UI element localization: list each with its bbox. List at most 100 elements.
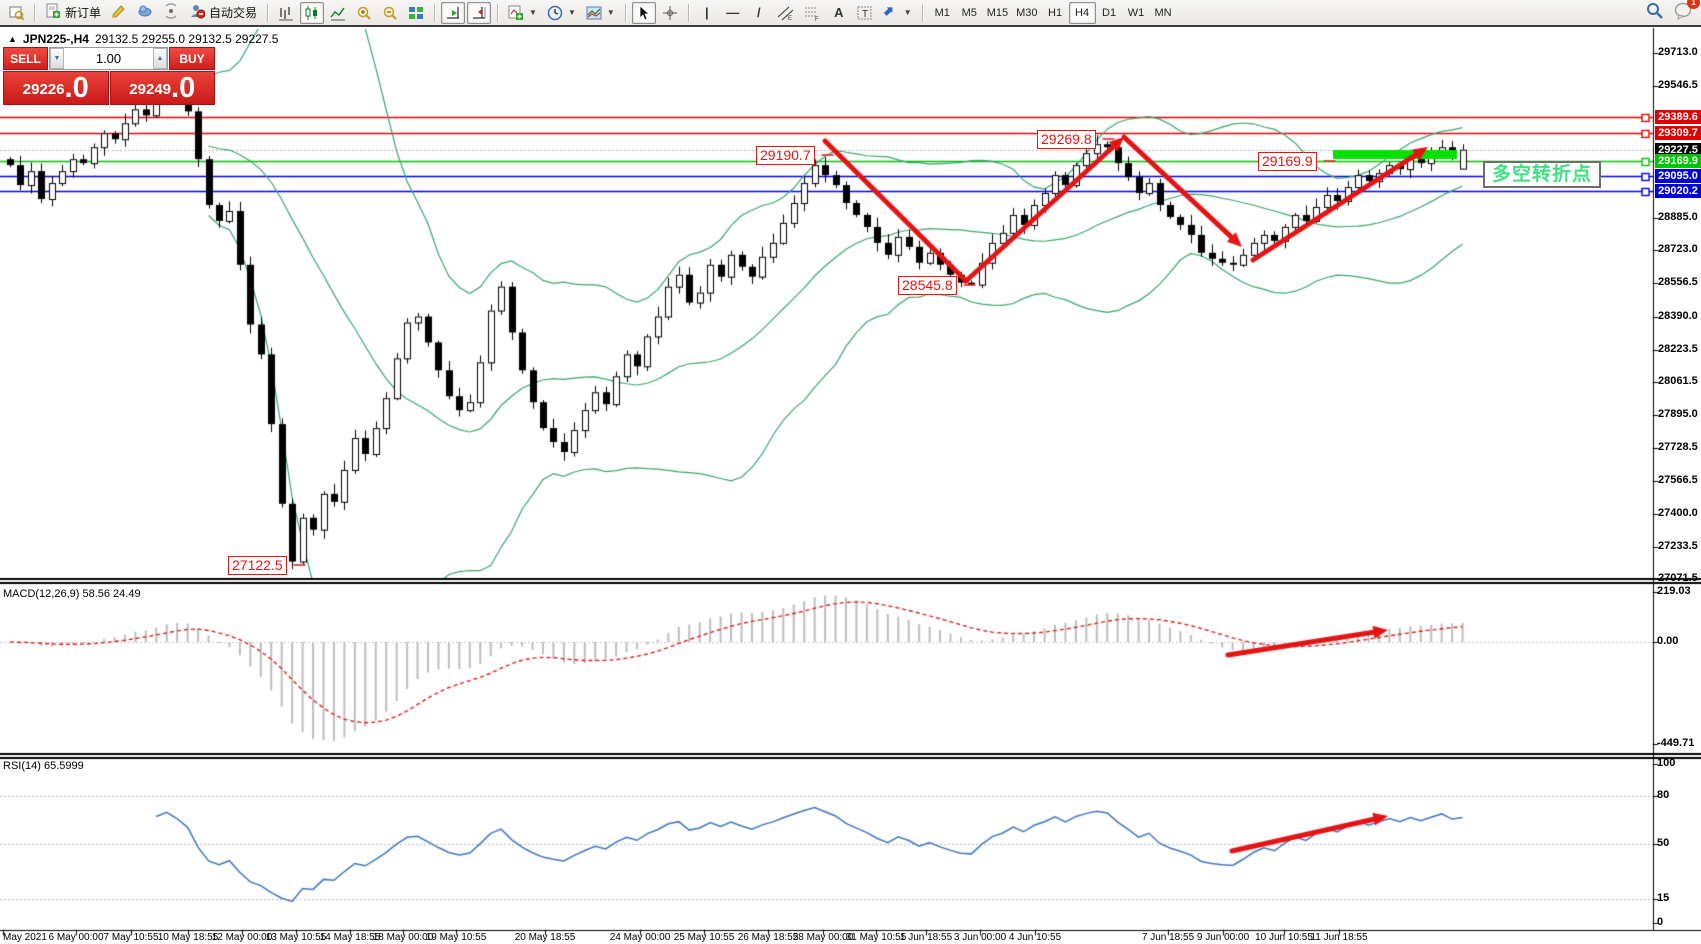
sell-price-main: 29226 (23, 77, 65, 103)
candlestick-icon (304, 5, 320, 21)
toolbar-separator (922, 4, 923, 22)
indicators-button[interactable]: ▼ (504, 2, 541, 24)
price-axis-tick: 28723.0 (1658, 243, 1701, 255)
rsi-axis-tick: 100 (1657, 757, 1675, 769)
volume-decrease-button[interactable]: ▼ (50, 48, 64, 69)
time-axis-label: 7 Jun 18:55 (1142, 932, 1194, 943)
cursor-button[interactable] (632, 2, 656, 24)
arrows-icon (883, 5, 899, 21)
price-axis-tick: 27071.5 (1658, 572, 1701, 584)
text-button[interactable]: A (827, 2, 851, 24)
price-axis-tick: 27233.5 (1658, 540, 1701, 552)
price-annotation[interactable]: 29169.9 (1258, 152, 1317, 171)
time-axis-label: 7 May 10:55 (103, 932, 158, 943)
crayon-icon (111, 3, 127, 22)
price-level-badge[interactable]: 29095.0 (1655, 169, 1701, 183)
sell-price-display[interactable]: 29226.0 (3, 71, 109, 105)
periods-button[interactable]: ▼ (543, 2, 580, 24)
buy-price-pips: .0 (171, 73, 195, 103)
price-annotation[interactable]: 29190.7 (756, 146, 815, 165)
arrows-button[interactable]: ▼ (879, 2, 916, 24)
buy-price-display[interactable]: 29249.0 (110, 71, 216, 105)
zoom-out-icon (382, 5, 398, 21)
svg-text:F: F (815, 17, 819, 21)
collapse-panel-icon[interactable]: ▲ (8, 34, 17, 44)
auto-trading-button[interactable]: 自动交易 (185, 2, 261, 24)
new-order-icon (45, 3, 61, 22)
rsi-axis-tick: 15 (1657, 892, 1669, 904)
main-toolbar: 新订单 自动交易 ▼ ▼ ▼ | — / E F A T ▼ (0, 0, 1701, 27)
price-annotation[interactable]: 29269.8 (1037, 130, 1096, 149)
new-order-button[interactable]: 新订单 (41, 2, 105, 24)
price-level-badge[interactable]: 29309.7 (1655, 126, 1701, 140)
price-level-badge[interactable]: 29389.6 (1655, 110, 1701, 124)
channel-button[interactable]: E (773, 2, 798, 24)
cloud-icon (137, 3, 153, 22)
toolbar-right-group: 1 (1646, 2, 1693, 25)
timeframe-button-m1[interactable]: M1 (929, 2, 956, 24)
chart-shift-icon (471, 5, 487, 21)
auto-scroll-button[interactable] (441, 2, 465, 24)
timeframe-button-mn[interactable]: MN (1150, 2, 1177, 24)
tile-windows-button[interactable] (404, 2, 428, 24)
volume-increase-button[interactable]: ▲ (153, 48, 167, 69)
horizontal-line-button[interactable]: — (721, 2, 745, 24)
vertical-line-button[interactable]: | (695, 2, 719, 24)
price-level-badge[interactable]: 29169.9 (1655, 154, 1701, 168)
macd-indicator-label: MACD(12,26,9) 58.56 24.49 (3, 588, 141, 600)
crosshair-icon (662, 5, 678, 21)
zoom-in-button[interactable] (352, 2, 376, 24)
signals-button[interactable] (159, 2, 183, 24)
timeframe-button-m5[interactable]: M5 (956, 2, 983, 24)
fibonacci-button[interactable]: F (800, 2, 825, 24)
rsi-axis-tick: 50 (1657, 837, 1669, 849)
zoom-out-button[interactable] (378, 2, 402, 24)
sell-button[interactable]: SELL (3, 47, 48, 70)
styler-button[interactable] (107, 2, 131, 24)
chart-text-note[interactable]: 多空转折点 (1483, 161, 1601, 188)
line-chart-button[interactable] (326, 2, 350, 24)
timeframe-button-h4[interactable]: H4 (1069, 2, 1096, 24)
trendline-button[interactable]: / (747, 2, 771, 24)
time-axis-label: 18 May 00:00 (373, 932, 434, 943)
price-axis-tick: 27895.0 (1658, 408, 1701, 420)
market-watch-icon[interactable] (4, 2, 28, 24)
svg-text:E: E (788, 16, 792, 21)
price-chart-canvas[interactable] (0, 0, 1701, 944)
notifications-icon[interactable]: 1 (1674, 2, 1693, 25)
auto-trading-label: 自动交易 (209, 4, 257, 21)
text-label-button[interactable]: T (853, 2, 877, 24)
price-annotation[interactable]: 27122.5 (228, 556, 287, 575)
time-axis-label: 6 May 00:00 (48, 932, 103, 943)
price-annotation[interactable]: 28545.8 (898, 276, 957, 295)
rsi-axis-tick: 80 (1657, 789, 1669, 801)
price-level-badge[interactable]: 29020.2 (1655, 184, 1701, 198)
templates-button[interactable]: ▼ (582, 2, 619, 24)
crosshair-button[interactable] (658, 2, 682, 24)
time-axis-label: 3 Jun 00:00 (954, 932, 1006, 943)
line-chart-icon (330, 5, 346, 21)
dropdown-arrow-icon: ▼ (529, 8, 537, 17)
timeframe-button-d1[interactable]: D1 (1096, 2, 1123, 24)
time-axis-label: 19 May 10:55 (426, 932, 487, 943)
timeframe-button-w1[interactable]: W1 (1123, 2, 1150, 24)
publish-button[interactable] (133, 2, 157, 24)
candlestick-chart-button[interactable] (300, 2, 324, 24)
rsi-axis-tick: 0 (1657, 916, 1663, 928)
bar-chart-button[interactable] (274, 2, 298, 24)
chart-ohlc-values: 29132.5 29255.0 29132.5 29227.5 (95, 32, 279, 46)
dropdown-arrow-icon: ▼ (607, 8, 615, 17)
new-order-label: 新订单 (65, 4, 101, 21)
dropdown-arrow-icon: ▼ (568, 8, 576, 17)
timeframe-button-h1[interactable]: H1 (1042, 2, 1069, 24)
price-axis-tick: 29546.5 (1658, 79, 1701, 91)
volume-input[interactable]: 1.00 (64, 48, 153, 69)
timeframe-button-m15[interactable]: M15 (983, 2, 1012, 24)
toolbar-separator (434, 4, 435, 22)
buy-button[interactable]: BUY (169, 47, 215, 70)
dropdown-arrow-icon: ▼ (904, 8, 912, 17)
chart-shift-button[interactable] (467, 2, 491, 24)
search-icon[interactable] (1646, 2, 1664, 25)
timeframe-button-m30[interactable]: M30 (1012, 2, 1041, 24)
timeframe-bar: M1M5M15M30H1H4D1W1MN (929, 2, 1177, 24)
